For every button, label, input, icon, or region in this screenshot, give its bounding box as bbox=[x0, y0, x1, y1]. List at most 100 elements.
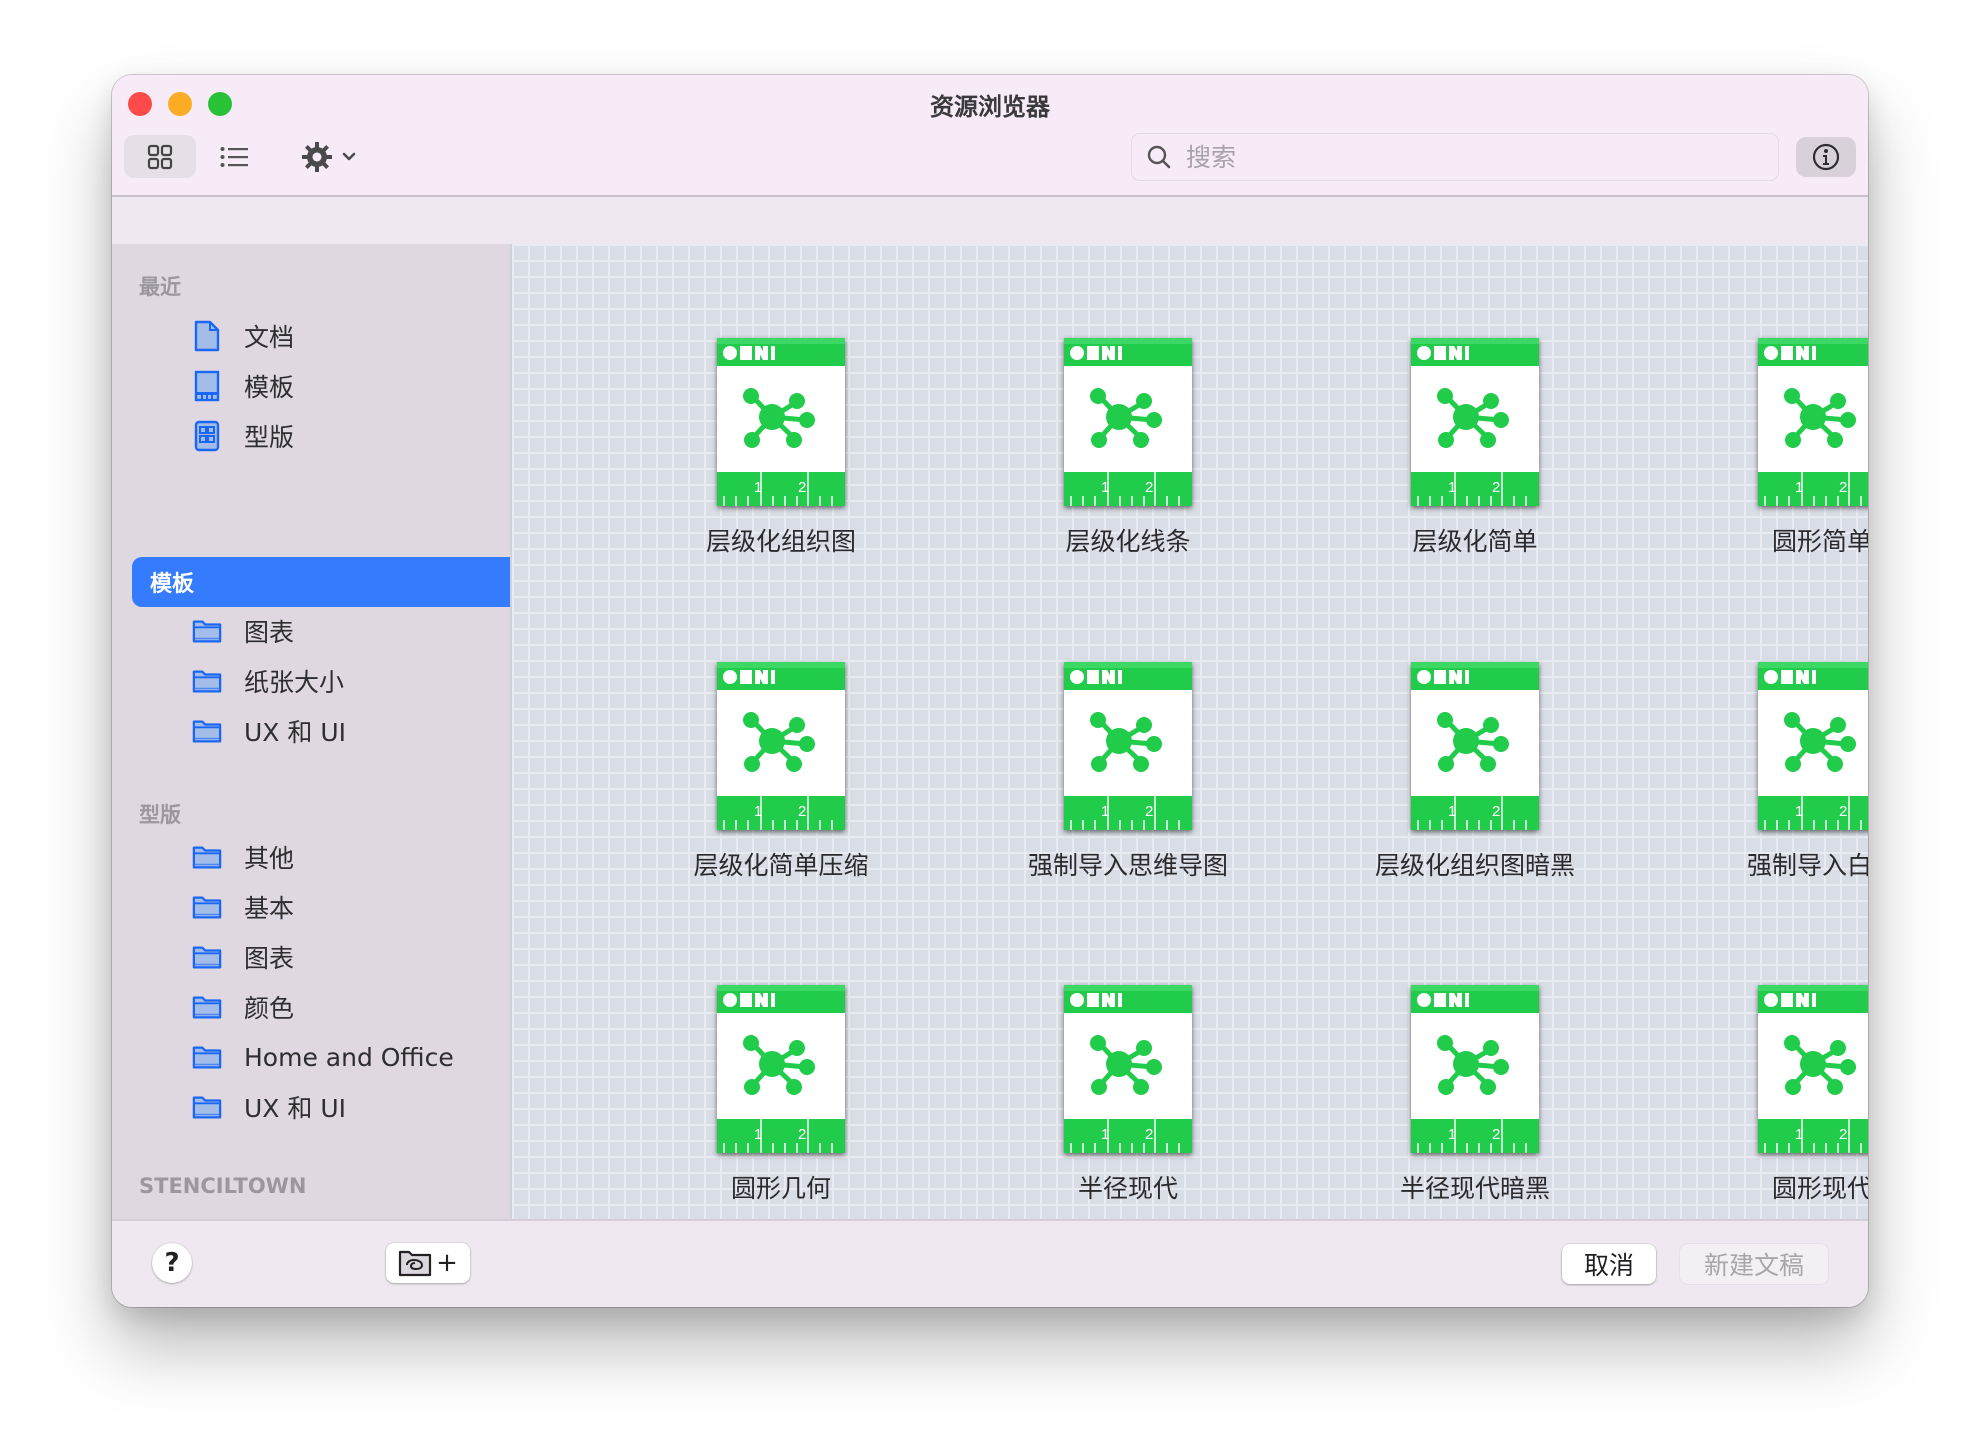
omnigraffle-template-icon: 12 bbox=[1758, 662, 1868, 830]
list-view-button[interactable] bbox=[210, 135, 258, 178]
folder-icon bbox=[192, 665, 222, 697]
grid-view-button[interactable] bbox=[124, 135, 196, 178]
ruler-mark: 1 bbox=[1101, 479, 1109, 496]
ruler-mark: 1 bbox=[1795, 803, 1803, 820]
ruler-mark: 2 bbox=[798, 1126, 806, 1143]
ruler-mark: 2 bbox=[1492, 479, 1500, 496]
sidebar-item-stencil-folder[interactable]: 基本 bbox=[112, 883, 510, 931]
sidebar-item-recent-templates[interactable]: 模板 bbox=[112, 362, 510, 410]
sidebar: 最近 文档 模板 型版 模板 图表 纸张大小 UX 和 UI 型版 其他 基本 … bbox=[112, 244, 510, 1219]
grid-view-icon bbox=[147, 144, 173, 169]
ruler-mark: 1 bbox=[1795, 479, 1803, 496]
template-grid: 1 2 层级化组织图 1 2 层级化线条 1 2 层级化简单 1 2 圆形简单 1 2 层级化简单压缩 1 2 强… bbox=[510, 244, 1868, 1219]
template-item[interactable]: 1 2 圆形简单 bbox=[1692, 338, 1868, 588]
omnigraffle-template-icon: 12 bbox=[1064, 662, 1192, 830]
folder-icon bbox=[192, 615, 222, 647]
folder-icon bbox=[192, 1091, 222, 1123]
template-name: 层级化线条 bbox=[1065, 527, 1191, 556]
sidebar-item-label: 模板 bbox=[244, 373, 295, 402]
sidebar-header-recent: 最近 bbox=[139, 275, 181, 299]
sidebar-item-template-folder[interactable]: UX 和 UI bbox=[112, 707, 510, 755]
ruler-mark: 2 bbox=[1839, 479, 1847, 496]
sidebar-item-stencil-folder[interactable]: UX 和 UI bbox=[112, 1083, 510, 1131]
template-name: 圆形简单 bbox=[1771, 527, 1868, 556]
omnigraffle-template-icon: 12 bbox=[717, 985, 845, 1153]
window-title: 资源浏览器 bbox=[930, 93, 1050, 121]
help-button[interactable]: ? bbox=[152, 1243, 192, 1283]
search-field[interactable] bbox=[1131, 133, 1779, 181]
ruler-mark: 2 bbox=[1492, 1126, 1500, 1143]
template-name: 层级化简单 bbox=[1412, 527, 1538, 556]
template-item[interactable]: 1 2 圆形现代 bbox=[1692, 985, 1868, 1235]
folder-icon bbox=[192, 715, 222, 747]
template-item[interactable]: 1 2 层级化简单 bbox=[1345, 338, 1605, 588]
action-menu-button[interactable] bbox=[292, 135, 366, 178]
search-input[interactable] bbox=[1184, 141, 1748, 173]
sidebar-item-label: 颜色 bbox=[244, 994, 295, 1023]
template-item[interactable]: 1 2 层级化简单压缩 bbox=[651, 662, 911, 912]
omnigraffle-template-icon: 12 bbox=[717, 662, 845, 830]
sidebar-item-label: UX 和 UI bbox=[244, 1094, 346, 1123]
new-document-button[interactable]: 新建文稿 bbox=[1680, 1244, 1828, 1284]
folder-icon bbox=[192, 891, 222, 923]
sidebar-item-label: 基本 bbox=[244, 894, 295, 923]
template-name: 强制导入思维导图 bbox=[1027, 851, 1228, 880]
template-item[interactable]: 1 2 半径现代暗黑 bbox=[1345, 985, 1605, 1235]
ruler-mark: 1 bbox=[754, 1126, 762, 1143]
template-icon bbox=[192, 370, 222, 402]
template-item[interactable]: 1 2 半径现代 bbox=[998, 985, 1258, 1235]
ruler-mark: 2 bbox=[798, 803, 806, 820]
sidebar-section-label: 模板 bbox=[150, 572, 195, 597]
omnigraffle-template-icon: 12 bbox=[1064, 338, 1192, 506]
search-icon bbox=[1144, 142, 1174, 172]
sidebar-header-stenciltown: STENCILTOWN bbox=[139, 1174, 307, 1198]
ruler-mark: 2 bbox=[1839, 1126, 1847, 1143]
ruler-mark: 2 bbox=[1145, 1126, 1153, 1143]
add-folder-button[interactable]: + bbox=[386, 1243, 470, 1283]
template-item[interactable]: 1 2 层级化组织图 bbox=[651, 338, 911, 588]
template-item[interactable]: 12强制导入白板 bbox=[1692, 662, 1868, 912]
sidebar-item-stencil-folder[interactable]: 颜色 bbox=[112, 983, 510, 1031]
sidebar-item-stencil-folder[interactable]: Home and Office bbox=[112, 1033, 510, 1081]
chevron-down-icon bbox=[342, 152, 356, 160]
toolbar: 资源浏览器 bbox=[112, 75, 1868, 197]
list-view-icon bbox=[220, 146, 248, 167]
ruler-mark: 1 bbox=[1795, 1126, 1803, 1143]
linked-folder-icon bbox=[398, 1250, 432, 1277]
sidebar-item-label: Home and Office bbox=[244, 1042, 454, 1072]
ruler-mark: 1 bbox=[1448, 803, 1456, 820]
sidebar-item-stenciltown-folder[interactable]: 专栏 bbox=[112, 1208, 510, 1219]
template-item[interactable]: 1 2 层级化线条 bbox=[998, 338, 1258, 588]
info-button[interactable] bbox=[1796, 137, 1856, 177]
sidebar-item-label: 图表 bbox=[244, 618, 295, 647]
sidebar-item-template-folder[interactable]: 纸张大小 bbox=[112, 657, 510, 705]
ruler-mark: 2 bbox=[798, 479, 806, 496]
omnigraffle-template-icon: 12 bbox=[1758, 338, 1868, 506]
plus-icon: + bbox=[436, 1248, 458, 1278]
omnigraffle-template-icon: 12 bbox=[1758, 985, 1868, 1153]
template-name: 层级化简单压缩 bbox=[693, 851, 869, 880]
resource-browser-window: 资源浏览器 搜索 最近 文档 模板 型版 模板 图表 纸张大小 UX 和 UI … bbox=[112, 75, 1868, 1307]
folder-icon bbox=[192, 1041, 222, 1073]
bottom-bar: ? + 取消 新建文稿 bbox=[112, 1219, 1868, 1307]
ruler-mark: 2 bbox=[1145, 479, 1153, 496]
sidebar-item-templates-selected[interactable]: 模板 bbox=[132, 557, 510, 607]
ruler-mark: 1 bbox=[754, 479, 762, 496]
ruler-mark: 2 bbox=[1839, 803, 1847, 820]
sidebar-item-recent-stencils[interactable]: 型版 bbox=[112, 412, 510, 460]
omnigraffle-template-icon: 12 bbox=[1411, 338, 1539, 506]
ruler-mark: 1 bbox=[1101, 803, 1109, 820]
template-name: 半径现代暗黑 bbox=[1399, 1174, 1550, 1203]
ruler-mark: 1 bbox=[1448, 479, 1456, 496]
info-icon bbox=[1812, 143, 1840, 171]
template-item[interactable]: 1 2 强制导入思维导图 bbox=[998, 662, 1258, 912]
sidebar-header-stencils: 型版 bbox=[139, 803, 181, 827]
sidebar-item-recent-documents[interactable]: 文档 bbox=[112, 312, 510, 360]
cancel-button[interactable]: 取消 bbox=[1562, 1244, 1656, 1284]
sidebar-item-label: 其他 bbox=[244, 844, 295, 873]
sidebar-item-stencil-folder[interactable]: 图表 bbox=[112, 933, 510, 981]
template-item[interactable]: 1 2 圆形几何 bbox=[651, 985, 911, 1235]
sidebar-item-template-folder[interactable]: 图表 bbox=[112, 607, 510, 655]
template-item[interactable]: 1 2 层级化组织图暗黑 bbox=[1345, 662, 1605, 912]
sidebar-item-stencil-folder[interactable]: 其他 bbox=[112, 833, 510, 881]
